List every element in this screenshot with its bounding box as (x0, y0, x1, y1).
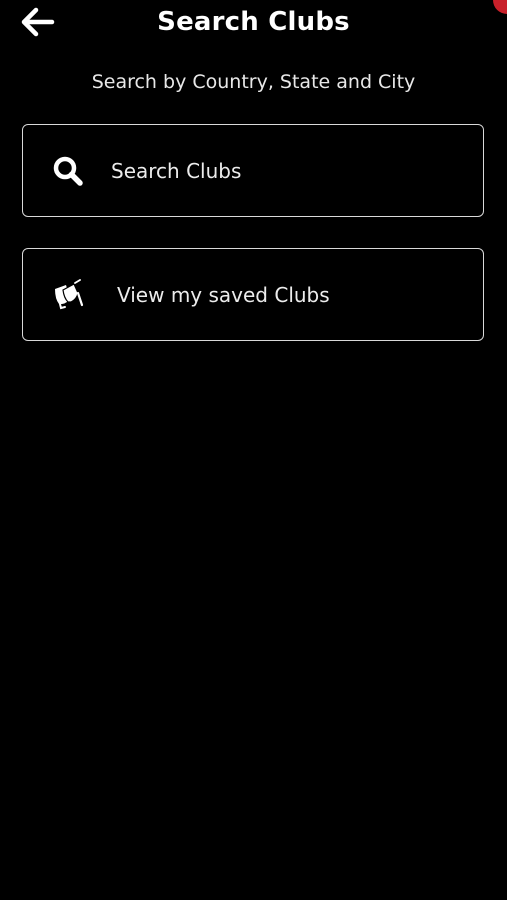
view-saved-clubs-button[interactable]: View my saved Clubs (22, 248, 484, 341)
header: Search Clubs (0, 0, 507, 46)
search-clubs-button[interactable]: Search Clubs (22, 124, 484, 217)
cocktail-glasses-icon (51, 278, 85, 312)
view-saved-clubs-label: View my saved Clubs (117, 282, 330, 307)
search-clubs-label: Search Clubs (111, 158, 242, 183)
page-title: Search Clubs (157, 7, 350, 37)
search-icon (51, 154, 85, 188)
page-subtitle: Search by Country, State and City (91, 71, 416, 93)
